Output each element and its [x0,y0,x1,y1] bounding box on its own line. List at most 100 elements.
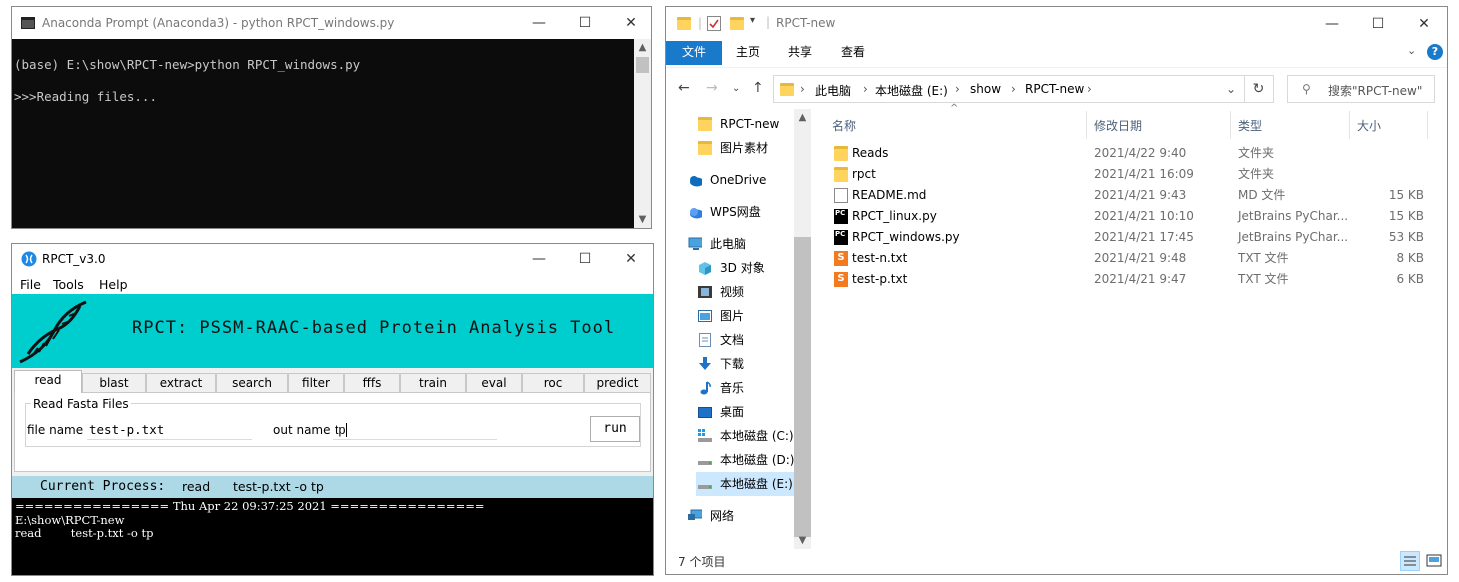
scroll-down-arrow-icon[interactable]: ▼ [634,211,651,228]
nav-item-drive-e[interactable]: 本地磁盘 (E:) [696,472,794,496]
column-header-size[interactable]: 大小 [1357,117,1381,134]
column-header-date[interactable]: 修改日期 [1094,117,1142,134]
nav-item-onedrive[interactable]: OneDrive [688,168,794,192]
nav-item-downloads[interactable]: 下载 [698,352,794,376]
scrollbar-thumb[interactable] [636,57,649,73]
out-name-input[interactable]: tp [333,420,497,440]
file-explorer-window[interactable]: | ▾ | RPCT-new — ☐ ✕ 文件 主页 共享 查看 ⌄ ? ← →… [665,6,1448,575]
console-output[interactable]: (base) E:\show\RPCT-new>python RPCT_wind… [12,39,634,228]
chevron-right-icon[interactable]: › [955,82,960,96]
minimize-button[interactable]: — [516,7,562,39]
navigation-pane-scrollbar[interactable]: ▲ ▼ [794,109,811,549]
chevron-right-icon[interactable]: › [863,82,868,96]
address-dropdown-icon[interactable]: ⌄ [1226,82,1236,96]
tab-blast[interactable]: blast [82,373,146,392]
tab-predict[interactable]: predict [584,373,651,392]
refresh-button[interactable]: ↻ [1244,75,1274,103]
minimize-button[interactable]: — [1309,7,1355,41]
close-button[interactable]: ✕ [608,7,654,39]
tab-filter[interactable]: filter [288,373,344,392]
breadcrumb-item[interactable]: 此电脑 [815,82,851,99]
breadcrumb-item[interactable]: show [970,82,1001,96]
details-view-icon[interactable] [1400,551,1420,571]
column-header-type[interactable]: 类型 [1238,117,1262,134]
quick-access-dropdown-icon[interactable]: ▾ [750,15,755,26]
nav-item-drive-d[interactable]: 本地磁盘 (D:) [698,448,794,472]
column-divider[interactable] [1230,111,1231,139]
scroll-down-arrow-icon[interactable]: ▼ [794,532,811,549]
close-button[interactable]: ✕ [1401,7,1447,41]
tab-fffs[interactable]: fffs [344,373,400,392]
tab-search[interactable]: search [216,373,288,392]
explorer-titlebar[interactable]: | ▾ | RPCT-new — ☐ ✕ [666,7,1447,41]
properties-icon[interactable] [707,16,721,31]
scrollbar-thumb[interactable] [794,237,811,537]
file-row[interactable]: Reads 2021/4/22 9:40 文件夹 [824,143,1447,164]
console-titlebar[interactable]: Anaconda Prompt (Anaconda3) - python RPC… [12,7,651,39]
nav-item-music[interactable]: 音乐 [698,376,794,400]
maximize-button[interactable]: ☐ [562,244,608,274]
nav-item-pictures[interactable]: 图片 [698,304,794,328]
expand-ribbon-icon[interactable]: ⌄ [1407,44,1416,57]
column-header-name[interactable]: 名称 [832,117,856,134]
nav-item-this-pc[interactable]: 此电脑 [688,232,794,256]
chevron-right-icon[interactable]: › [1087,82,1092,96]
tab-eval[interactable]: eval [466,373,522,392]
scroll-up-arrow-icon[interactable]: ▲ [634,39,651,56]
recent-locations-chevron-icon[interactable]: ⌄ [732,83,740,94]
nav-item-videos[interactable]: 视频 [698,280,794,304]
nav-item-3d-objects[interactable]: 3D 对象 [698,256,794,280]
ribbon-tab-share[interactable]: 共享 [788,41,812,65]
tab-extract[interactable]: extract [146,373,216,392]
breadcrumb-item[interactable]: RPCT-new [1025,82,1084,96]
close-button[interactable]: ✕ [608,244,654,274]
nav-item-drive-c[interactable]: 本地磁盘 (C:) [698,424,794,448]
log-output[interactable]: ================ Thu Apr 22 09:37:25 202… [12,498,653,575]
column-divider[interactable] [1349,111,1350,139]
nav-item-network[interactable]: 网络 [688,504,794,528]
menu-tools[interactable]: Tools [53,277,84,292]
file-row[interactable]: PC RPCT_linux.py 2021/4/21 10:10 JetBrai… [824,206,1447,227]
chevron-right-icon[interactable]: › [800,82,805,96]
nav-item-documents[interactable]: 文档 [698,328,794,352]
ribbon-tab-view[interactable]: 查看 [841,41,865,65]
address-bar[interactable]: › 此电脑 › 本地磁盘 (E:) › show › RPCT-new › ⌄ [773,75,1245,103]
large-icons-view-icon[interactable] [1424,551,1444,571]
nav-item-rpct-new[interactable]: RPCT-new [698,112,794,136]
maximize-button[interactable]: ☐ [562,7,608,39]
chevron-right-icon[interactable]: › [1011,82,1016,96]
minimize-button[interactable]: — [516,244,562,274]
search-box[interactable]: ⚲ 搜索"RPCT-new" [1287,75,1435,103]
tab-train[interactable]: train [400,373,466,392]
file-row[interactable]: PC RPCT_windows.py 2021/4/21 17:45 JetBr… [824,227,1447,248]
ribbon-tab-file[interactable]: 文件 [666,41,722,65]
run-button[interactable]: run [590,416,640,442]
new-folder-icon[interactable] [730,17,744,30]
nav-item-desktop[interactable]: 桌面 [698,400,794,424]
forward-arrow-icon[interactable]: → [706,80,718,96]
rpct-window[interactable]: RPCT_v3.0 — ☐ ✕ File Tools Help RPCT: PS… [11,243,654,576]
nav-item-picture-assets[interactable]: 图片素材 [698,136,794,160]
tab-roc[interactable]: roc [522,373,584,392]
menu-file[interactable]: File [20,277,41,292]
maximize-button[interactable]: ☐ [1355,7,1401,41]
anaconda-prompt-window[interactable]: Anaconda Prompt (Anaconda3) - python RPC… [11,6,652,229]
scroll-up-arrow-icon[interactable]: ▲ [794,109,811,126]
back-arrow-icon[interactable]: ← [678,80,690,96]
file-row[interactable]: README.md 2021/4/21 9:43 MD 文件 15 KB [824,185,1447,206]
up-arrow-icon[interactable]: ↑ [752,80,764,96]
rpct-titlebar[interactable]: RPCT_v3.0 — ☐ ✕ [12,244,653,274]
breadcrumb-item[interactable]: 本地磁盘 (E:) [875,82,948,99]
column-divider[interactable] [1427,111,1428,139]
tab-read[interactable]: read [14,370,82,393]
file-row[interactable]: S test-n.txt 2021/4/21 9:48 TXT 文件 8 KB [824,248,1447,269]
file-row[interactable]: S test-p.txt 2021/4/21 9:47 TXT 文件 6 KB [824,269,1447,290]
file-row[interactable]: rpct 2021/4/21 16:09 文件夹 [824,164,1447,185]
ribbon-tab-home[interactable]: 主页 [736,41,760,65]
column-divider[interactable] [1086,111,1087,139]
file-name-input[interactable]: test-p.txt [87,420,252,440]
nav-item-wps-cloud[interactable]: WPS网盘 [688,200,794,224]
console-scrollbar[interactable]: ▲ ▼ [634,39,651,228]
menu-help[interactable]: Help [99,277,128,292]
help-icon[interactable]: ? [1427,44,1443,60]
